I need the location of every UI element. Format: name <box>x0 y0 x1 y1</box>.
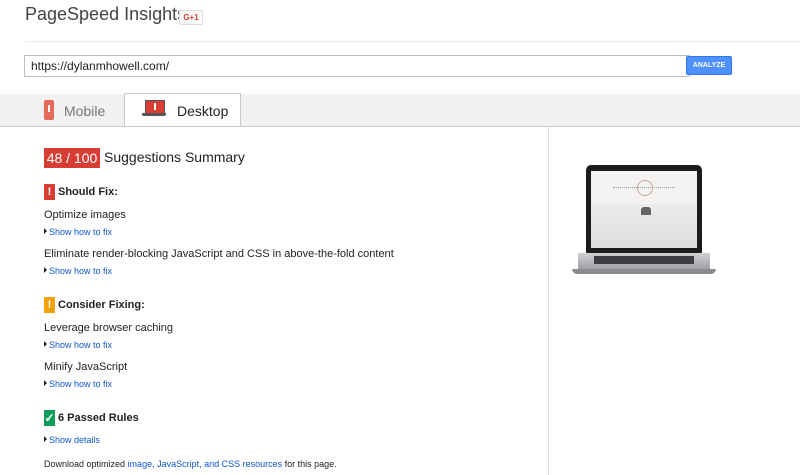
passed-rules-title: 6 Passed Rules <box>58 412 139 424</box>
tab-mobile[interactable]: Mobile <box>26 94 124 126</box>
should-fix-title: Should Fix: <box>58 186 118 198</box>
rule-eliminate-render-blocking: Eliminate render-blocking JavaScript and… <box>44 248 394 260</box>
expand-arrow-icon <box>44 228 47 234</box>
header-divider <box>25 41 800 42</box>
laptop-icon <box>142 100 166 116</box>
tab-mobile-label: Mobile <box>64 103 106 119</box>
analyze-button[interactable]: ANALYZE <box>686 56 732 75</box>
show-how-to-fix-link[interactable]: Show how to fix <box>44 227 112 237</box>
panel-divider <box>548 127 549 475</box>
download-note: Download optimized image, JavaScript, an… <box>44 459 337 469</box>
rule-leverage-browser-caching: Leverage browser caching <box>44 322 174 334</box>
desktop-screenshot-preview <box>570 165 718 281</box>
app-title: PageSpeed Insights <box>25 4 187 24</box>
show-how-to-fix-link[interactable]: Show how to fix <box>44 379 112 389</box>
rule-optimize-images: Optimize images <box>44 209 126 221</box>
show-how-to-fix-link[interactable]: Show how to fix <box>44 340 112 350</box>
mobile-phone-icon <box>44 100 54 120</box>
show-how-to-fix-link[interactable]: Show how to fix <box>44 266 112 276</box>
passed-check-icon: ✓ <box>44 410 55 426</box>
score-badge: 48 / 100 <box>44 148 100 168</box>
expand-arrow-icon <box>44 380 47 386</box>
tab-desktop[interactable]: Desktop <box>124 93 241 126</box>
tab-desktop-label: Desktop <box>177 103 229 119</box>
consider-fixing-title: Consider Fixing: <box>58 299 145 311</box>
expand-arrow-icon <box>44 436 47 442</box>
url-input[interactable] <box>24 55 690 77</box>
consider-fixing-icon: ! <box>44 297 55 313</box>
should-fix-icon: ! <box>44 184 55 200</box>
expand-arrow-icon <box>44 267 47 273</box>
expand-arrow-icon <box>44 341 47 347</box>
rule-minify-javascript: Minify JavaScript <box>44 361 128 373</box>
device-tab-bar: Mobile Desktop <box>0 93 800 127</box>
header: PageSpeed Insights G+1 <box>0 0 800 40</box>
google-plus-one-button[interactable]: G+1 <box>179 10 203 25</box>
summary-title: Suggestions Summary <box>104 149 245 165</box>
download-resources-link[interactable]: image, JavaScript, and CSS resources <box>128 459 283 469</box>
show-details-link[interactable]: Show details <box>44 435 100 445</box>
